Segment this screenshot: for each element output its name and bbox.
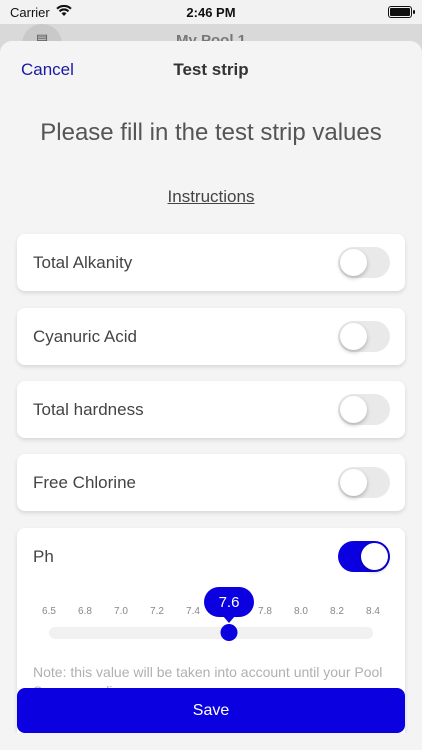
param-card-total-alkanity: Total Alkanity bbox=[17, 234, 405, 291]
free-chlorine-toggle[interactable] bbox=[338, 467, 390, 498]
ph-slider-track[interactable] bbox=[49, 627, 373, 639]
test-strip-sheet: Cancel Test strip Please fill in the tes… bbox=[0, 41, 422, 750]
param-label: Free Chlorine bbox=[33, 473, 136, 492]
param-label: Cyanuric Acid bbox=[33, 327, 137, 346]
ph-tick-label: 7.8 bbox=[258, 606, 272, 617]
ph-tick-label: 7.0 bbox=[114, 606, 128, 617]
ph-value-label: 7.6 bbox=[218, 593, 240, 611]
nav-bar: Cancel Test strip bbox=[0, 41, 422, 99]
cancel-button[interactable]: Cancel bbox=[21, 60, 74, 80]
page-heading: Please fill in the test strip values bbox=[40, 119, 382, 146]
wifi-icon bbox=[56, 4, 72, 20]
carrier-label: Carrier bbox=[10, 4, 50, 20]
total-alkanity-toggle[interactable] bbox=[338, 247, 390, 278]
param-label: Total Alkanity bbox=[33, 253, 133, 272]
toggle-knob bbox=[361, 543, 388, 570]
param-label: Total hardness bbox=[33, 400, 144, 419]
toggle-knob bbox=[340, 249, 367, 276]
total-hardness-toggle[interactable] bbox=[338, 394, 390, 425]
ph-slider-thumb[interactable] bbox=[220, 624, 238, 641]
ph-tick-label: 7.4 bbox=[186, 606, 200, 617]
toggle-knob bbox=[340, 396, 367, 423]
ph-tick-label: 6.5 bbox=[42, 606, 56, 617]
toggle-knob bbox=[340, 323, 367, 350]
ph-value-bubble: 7.6 bbox=[204, 587, 254, 623]
instructions-container: Instructions bbox=[0, 187, 422, 207]
ph-tick-label: 7.2 bbox=[150, 606, 164, 617]
instructions-link[interactable]: Instructions bbox=[168, 187, 255, 206]
status-left: Carrier bbox=[10, 4, 72, 20]
param-card-cyanuric-acid: Cyanuric Acid bbox=[17, 308, 405, 365]
ph-tick-label: 8.2 bbox=[330, 606, 344, 617]
toggle-knob bbox=[340, 469, 367, 496]
ph-tick-label: 6.8 bbox=[78, 606, 92, 617]
param-card-free-chlorine: Free Chlorine bbox=[17, 454, 405, 511]
ph-tick-label: 8.0 bbox=[294, 606, 308, 617]
ph-label: Ph bbox=[33, 547, 54, 566]
ph-toggle[interactable] bbox=[338, 541, 390, 572]
battery-icon bbox=[388, 6, 415, 18]
save-button[interactable]: Save bbox=[17, 688, 405, 733]
ph-tick-label: 8.4 bbox=[366, 606, 380, 617]
cyanuric-acid-toggle[interactable] bbox=[338, 321, 390, 352]
bottom-safe-area bbox=[0, 733, 422, 750]
status-bar: Carrier 2:46 PM bbox=[0, 0, 422, 24]
param-card-total-hardness: Total hardness bbox=[17, 381, 405, 438]
